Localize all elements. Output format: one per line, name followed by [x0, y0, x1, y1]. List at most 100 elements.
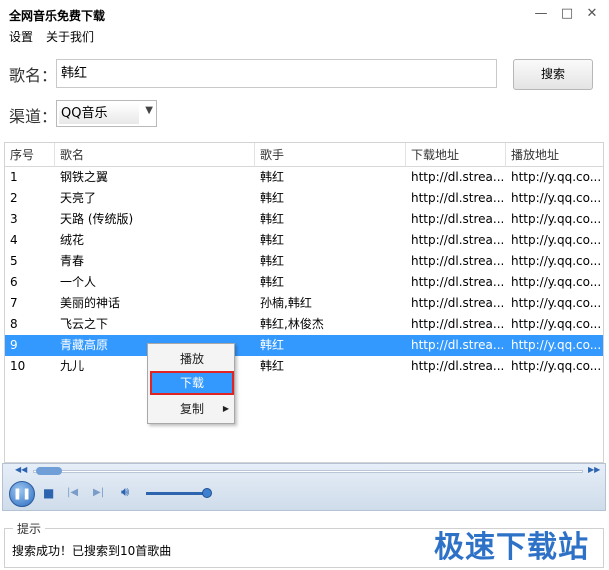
- context-menu-download[interactable]: 下载: [150, 371, 234, 395]
- cell-index: 6: [10, 275, 18, 289]
- cell-play-url: http://y.qq.co...: [511, 254, 602, 268]
- cell-singer: 韩红: [260, 359, 285, 373]
- cell-download-url: http://dl.strea...: [411, 275, 505, 289]
- window-title: 全网音乐免费下载: [9, 9, 106, 23]
- channel-select[interactable]: QQ音乐 ▼: [56, 100, 157, 127]
- table-row[interactable]: 2 天亮了 韩红 http://dl.strea... http://y.qq.…: [5, 188, 603, 209]
- cell-download-url: http://dl.strea...: [411, 359, 505, 373]
- submenu-arrow-icon: ▶: [222, 404, 229, 413]
- cell-song: 青春: [60, 254, 85, 268]
- cell-index: 7: [10, 296, 18, 310]
- fast-forward-icon[interactable]: ▶▶: [588, 465, 600, 474]
- previous-icon[interactable]: |◀: [67, 487, 78, 498]
- cell-singer: 韩红: [260, 191, 285, 205]
- menu-item-about[interactable]: 关于我们: [46, 28, 94, 45]
- cell-play-url: http://y.qq.co...: [511, 275, 602, 289]
- table-row[interactable]: 1 钢铁之翼 韩红 http://dl.strea... http://y.qq…: [5, 167, 603, 188]
- watermark-logo: 极速下载站: [434, 530, 589, 565]
- table-header: 序号 歌名 歌手 下载地址 播放地址: [5, 143, 603, 167]
- title-bar: 全网音乐免费下载 — □ ✕: [0, 0, 609, 28]
- context-menu-play[interactable]: 播放: [151, 348, 233, 370]
- context-menu-copy-label: 复制: [179, 402, 204, 416]
- cell-index: 1: [10, 170, 18, 184]
- cell-index: 5: [10, 254, 18, 268]
- media-player: ◀◀ ▶▶ ❚❚ ■ |◀ ▶| 🔊︎: [2, 463, 606, 511]
- cell-singer: 韩红,林俊杰: [260, 317, 324, 331]
- volume-slider-thumb[interactable]: [202, 488, 212, 498]
- column-header-song[interactable]: 歌名: [55, 143, 255, 167]
- column-header-download-url[interactable]: 下载地址: [406, 143, 506, 167]
- cell-play-url: http://y.qq.co...: [511, 317, 602, 331]
- column-header-singer[interactable]: 歌手: [255, 143, 406, 167]
- table-row[interactable]: 6 一个人 韩红 http://dl.strea... http://y.qq.…: [5, 272, 603, 293]
- cell-play-url: http://y.qq.co...: [511, 170, 602, 184]
- table-row[interactable]: 4 绒花 韩红 http://dl.strea... http://y.qq.c…: [5, 230, 603, 251]
- column-header-index[interactable]: 序号: [5, 143, 55, 167]
- tips-title: 提示: [13, 520, 46, 537]
- maximize-icon[interactable]: □: [557, 4, 577, 24]
- cell-song: 绒花: [60, 233, 85, 247]
- close-icon[interactable]: ✕: [582, 4, 602, 24]
- menu-item-settings[interactable]: 设置: [9, 28, 33, 45]
- cell-play-url: http://y.qq.co...: [511, 233, 602, 247]
- cell-play-url: http://y.qq.co...: [511, 338, 602, 352]
- rewind-icon[interactable]: ◀◀: [15, 465, 27, 474]
- seek-thumb[interactable]: [36, 467, 62, 475]
- volume-slider-track[interactable]: [146, 492, 208, 495]
- cell-download-url: http://dl.strea...: [411, 317, 505, 331]
- cell-index: 2: [10, 191, 18, 205]
- stop-icon[interactable]: ■: [43, 486, 54, 500]
- next-icon[interactable]: ▶|: [93, 487, 104, 498]
- column-header-play-url[interactable]: 播放地址: [506, 143, 603, 167]
- chevron-down-icon[interactable]: ▼: [145, 105, 153, 116]
- channel-selected-value: QQ音乐: [59, 103, 139, 124]
- cell-download-url: http://dl.strea...: [411, 296, 505, 310]
- table-row[interactable]: 8 飞云之下 韩红,林俊杰 http://dl.strea... http://…: [5, 314, 603, 335]
- cell-download-url: http://dl.strea...: [411, 191, 505, 205]
- cell-song: 一个人: [60, 275, 97, 289]
- cell-download-url: http://dl.strea...: [411, 170, 505, 184]
- cell-play-url: http://y.qq.co...: [511, 359, 602, 373]
- pause-icon[interactable]: ❚❚: [9, 481, 35, 507]
- table-row[interactable]: 5 青春 韩红 http://dl.strea... http://y.qq.c…: [5, 251, 603, 272]
- cell-singer: 孙楠,韩红: [260, 296, 312, 310]
- cell-song: 天亮了: [60, 191, 97, 205]
- cell-singer: 韩红: [260, 212, 285, 226]
- song-name-label: 歌名：: [9, 66, 58, 85]
- cell-index: 9: [10, 338, 18, 352]
- cell-song: 飞云之下: [60, 317, 109, 331]
- cell-download-url: http://dl.strea...: [411, 212, 505, 226]
- minimize-icon[interactable]: —: [531, 4, 551, 24]
- results-table: 序号 歌名 歌手 下载地址 播放地址 1 钢铁之翼 韩红 http://dl.s…: [4, 142, 604, 463]
- seek-bar[interactable]: [33, 467, 583, 475]
- context-menu: 播放 下载 复制 ▶: [147, 343, 235, 424]
- song-name-input[interactable]: 韩红: [56, 59, 497, 88]
- cell-play-url: http://y.qq.co...: [511, 212, 602, 226]
- table-row[interactable]: 7 美丽的神话 孙楠,韩红 http://dl.strea... http://…: [5, 293, 603, 314]
- cell-index: 8: [10, 317, 18, 331]
- cell-index: 3: [10, 212, 18, 226]
- context-menu-copy[interactable]: 复制 ▶: [151, 398, 233, 420]
- cell-singer: 韩红: [260, 170, 285, 184]
- cell-singer: 韩红: [260, 254, 285, 268]
- cell-index: 10: [10, 359, 26, 373]
- cell-download-url: http://dl.strea...: [411, 338, 505, 352]
- search-button[interactable]: 搜索: [513, 59, 593, 90]
- cell-download-url: http://dl.strea...: [411, 233, 505, 247]
- channel-label: 渠道：: [9, 107, 58, 126]
- cell-song: 天路 (传统版): [60, 212, 134, 226]
- table-row[interactable]: 3 天路 (传统版) 韩红 http://dl.strea... http://…: [5, 209, 603, 230]
- cell-index: 4: [10, 233, 18, 247]
- cell-song: 美丽的神话: [60, 296, 121, 310]
- cell-singer: 韩红: [260, 338, 285, 352]
- cell-play-url: http://y.qq.co...: [511, 296, 602, 310]
- status-message: 搜索成功！已搜索到10首歌曲: [12, 544, 172, 558]
- cell-singer: 韩红: [260, 233, 285, 247]
- cell-singer: 韩红: [260, 275, 285, 289]
- table-row-selected[interactable]: 9 青藏高原 韩红 http://dl.strea... http://y.qq…: [5, 335, 603, 356]
- cell-song: 钢铁之翼: [60, 170, 109, 184]
- volume-icon[interactable]: 🔊︎: [121, 485, 129, 500]
- cell-play-url: http://y.qq.co...: [511, 191, 602, 205]
- cell-download-url: http://dl.strea...: [411, 254, 505, 268]
- table-row[interactable]: 10 九儿 韩红 http://dl.strea... http://y.qq.…: [5, 356, 603, 377]
